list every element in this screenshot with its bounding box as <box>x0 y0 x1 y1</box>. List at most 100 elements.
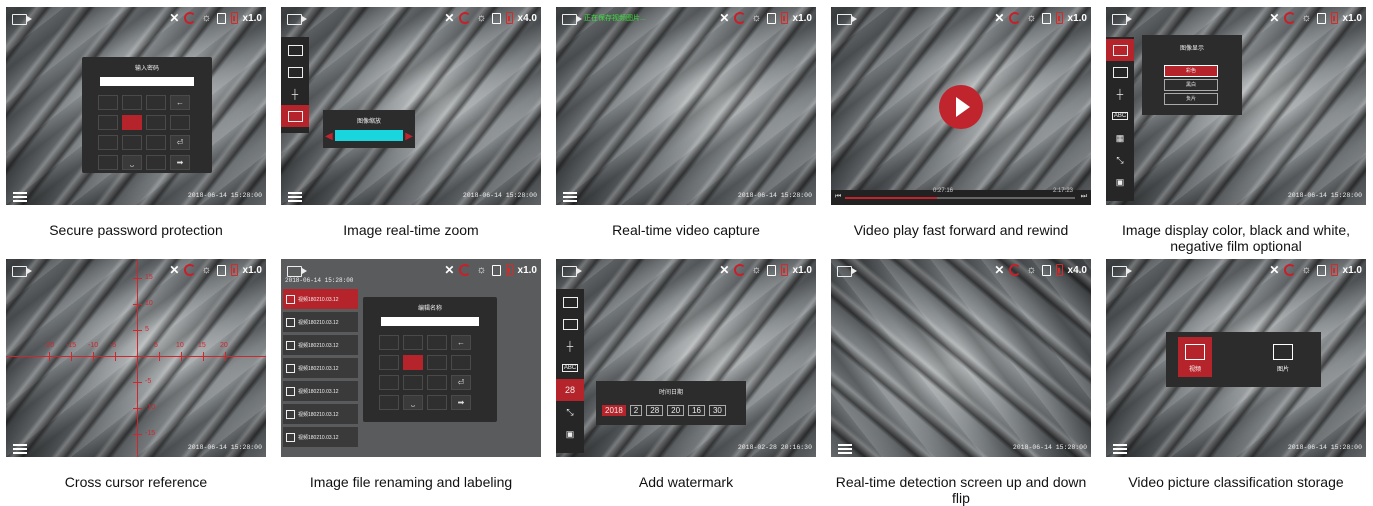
chevron-left-icon[interactable]: ◀ <box>325 131 333 142</box>
sidebar-item-flip[interactable]: ⤡ <box>1106 149 1134 171</box>
menu-icon[interactable] <box>13 444 27 446</box>
brightness-icon[interactable]: ☼ <box>1026 264 1036 276</box>
key[interactable] <box>427 355 447 370</box>
key[interactable] <box>146 115 166 130</box>
option-color[interactable]: 彩色 <box>1164 65 1218 77</box>
close-icon[interactable]: ✕ <box>169 263 179 277</box>
chevron-right-icon[interactable]: ▶ <box>405 131 413 142</box>
camera-icon[interactable] <box>1112 266 1132 277</box>
camera-icon[interactable] <box>12 266 32 277</box>
record-icon[interactable] <box>459 12 472 24</box>
video-folder-button[interactable]: 视频 <box>1178 337 1212 377</box>
camera-icon[interactable] <box>562 266 582 277</box>
list-item[interactable]: 视频180210.03.12 <box>283 289 358 309</box>
menu-icon[interactable] <box>13 192 27 194</box>
year-field[interactable]: 2018 <box>602 405 626 416</box>
sidebar-item-watermark[interactable]: ABC <box>1106 105 1134 127</box>
key[interactable] <box>451 355 471 370</box>
sidebar-item-print[interactable] <box>1106 61 1134 83</box>
brightness-icon[interactable]: ☼ <box>476 12 486 24</box>
list-item[interactable]: 视频180210.03.12 <box>283 312 358 332</box>
key-selected[interactable] <box>403 355 423 370</box>
key[interactable] <box>170 115 190 130</box>
key[interactable] <box>403 335 423 350</box>
menu-icon[interactable] <box>838 444 852 446</box>
sidebar-item-watermark[interactable]: ABC <box>556 357 584 379</box>
minute-field[interactable]: 16 <box>688 405 705 416</box>
key[interactable] <box>379 335 399 350</box>
sidebar-item-cursor[interactable]: ┼ <box>1106 83 1134 105</box>
sidebar-item-date[interactable]: 28 <box>556 379 584 401</box>
record-icon[interactable] <box>1284 264 1297 276</box>
record-icon[interactable] <box>184 264 197 276</box>
record-icon[interactable] <box>1009 12 1022 24</box>
record-icon[interactable] <box>1284 12 1297 24</box>
sidebar-item-cursor[interactable]: ┼ <box>281 83 309 105</box>
close-icon[interactable]: ✕ <box>444 11 454 25</box>
camera-icon[interactable] <box>562 14 582 25</box>
close-icon[interactable]: ✕ <box>994 11 1004 25</box>
sidebar-item-display[interactable] <box>1106 39 1134 61</box>
close-icon[interactable]: ✕ <box>169 11 179 25</box>
menu-icon[interactable] <box>563 192 577 194</box>
brightness-icon[interactable]: ☼ <box>1301 12 1311 24</box>
list-item[interactable]: 视频180210.03.12 <box>283 358 358 378</box>
backspace-key[interactable]: ← <box>451 335 471 350</box>
sidebar-item-display[interactable] <box>556 291 584 313</box>
key[interactable] <box>122 135 142 150</box>
confirm-key[interactable]: ➡ <box>170 155 190 170</box>
record-icon[interactable] <box>734 12 747 24</box>
sidebar-item-cursor[interactable]: ┼ <box>556 335 584 357</box>
zoom-slider[interactable] <box>335 130 403 141</box>
camera-icon[interactable] <box>1112 14 1132 25</box>
option-bw[interactable]: 黑白 <box>1164 79 1218 91</box>
key-selected[interactable] <box>122 115 142 130</box>
record-icon[interactable] <box>1009 264 1022 276</box>
key[interactable] <box>379 375 399 390</box>
key[interactable] <box>379 355 399 370</box>
play-icon[interactable] <box>939 85 983 129</box>
key[interactable] <box>427 335 447 350</box>
sidebar-item-storage[interactable]: ▣ <box>1106 171 1134 193</box>
sidebar-item-date[interactable]: ▦ <box>1106 127 1134 149</box>
brightness-icon[interactable]: ☼ <box>201 12 211 24</box>
close-icon[interactable]: ✕ <box>719 263 729 277</box>
menu-icon[interactable] <box>1113 444 1127 446</box>
brightness-icon[interactable]: ☼ <box>751 12 761 24</box>
brightness-icon[interactable]: ☼ <box>751 264 761 276</box>
name-input[interactable] <box>381 317 479 326</box>
brightness-icon[interactable]: ☼ <box>201 264 211 276</box>
key[interactable] <box>379 395 399 410</box>
sidebar-item-flip[interactable]: ⤡ <box>556 401 584 423</box>
list-item[interactable]: 视频180210.03.12 <box>283 404 358 424</box>
brightness-icon[interactable]: ☼ <box>1026 12 1036 24</box>
enter-key[interactable]: ⏎ <box>451 375 471 390</box>
camera-icon[interactable] <box>837 266 857 277</box>
skip-forward-icon[interactable]: ⏭ <box>1081 193 1087 201</box>
second-field[interactable]: 30 <box>708 405 726 416</box>
skip-back-icon[interactable]: ⏮ <box>835 193 841 201</box>
backspace-key[interactable]: ← <box>170 95 190 110</box>
sidebar-item-display[interactable] <box>281 39 309 61</box>
password-input[interactable] <box>100 77 194 86</box>
key[interactable] <box>146 155 166 170</box>
hour-field[interactable]: 20 <box>667 405 685 416</box>
sidebar-item-print[interactable] <box>281 61 309 83</box>
camera-icon[interactable] <box>12 14 32 25</box>
close-icon[interactable]: ✕ <box>1269 11 1279 25</box>
option-negative[interactable]: 负片 <box>1164 93 1218 105</box>
key[interactable] <box>98 155 118 170</box>
enter-key[interactable]: ⏎ <box>170 135 190 150</box>
key[interactable] <box>403 375 423 390</box>
camera-icon[interactable] <box>287 14 307 25</box>
record-icon[interactable] <box>184 12 197 24</box>
space-key[interactable]: ⎵ <box>122 155 142 170</box>
key[interactable] <box>427 395 447 410</box>
space-key[interactable]: ⎵ <box>403 395 423 410</box>
close-icon[interactable]: ✕ <box>1269 263 1279 277</box>
progress-track[interactable]: 0:27:16 2:17:23 <box>845 188 1075 199</box>
key[interactable] <box>146 95 166 110</box>
key[interactable] <box>98 95 118 110</box>
list-item[interactable]: 视频180210.03.12 <box>283 335 358 355</box>
picture-folder-button[interactable]: 图片 <box>1266 337 1300 377</box>
